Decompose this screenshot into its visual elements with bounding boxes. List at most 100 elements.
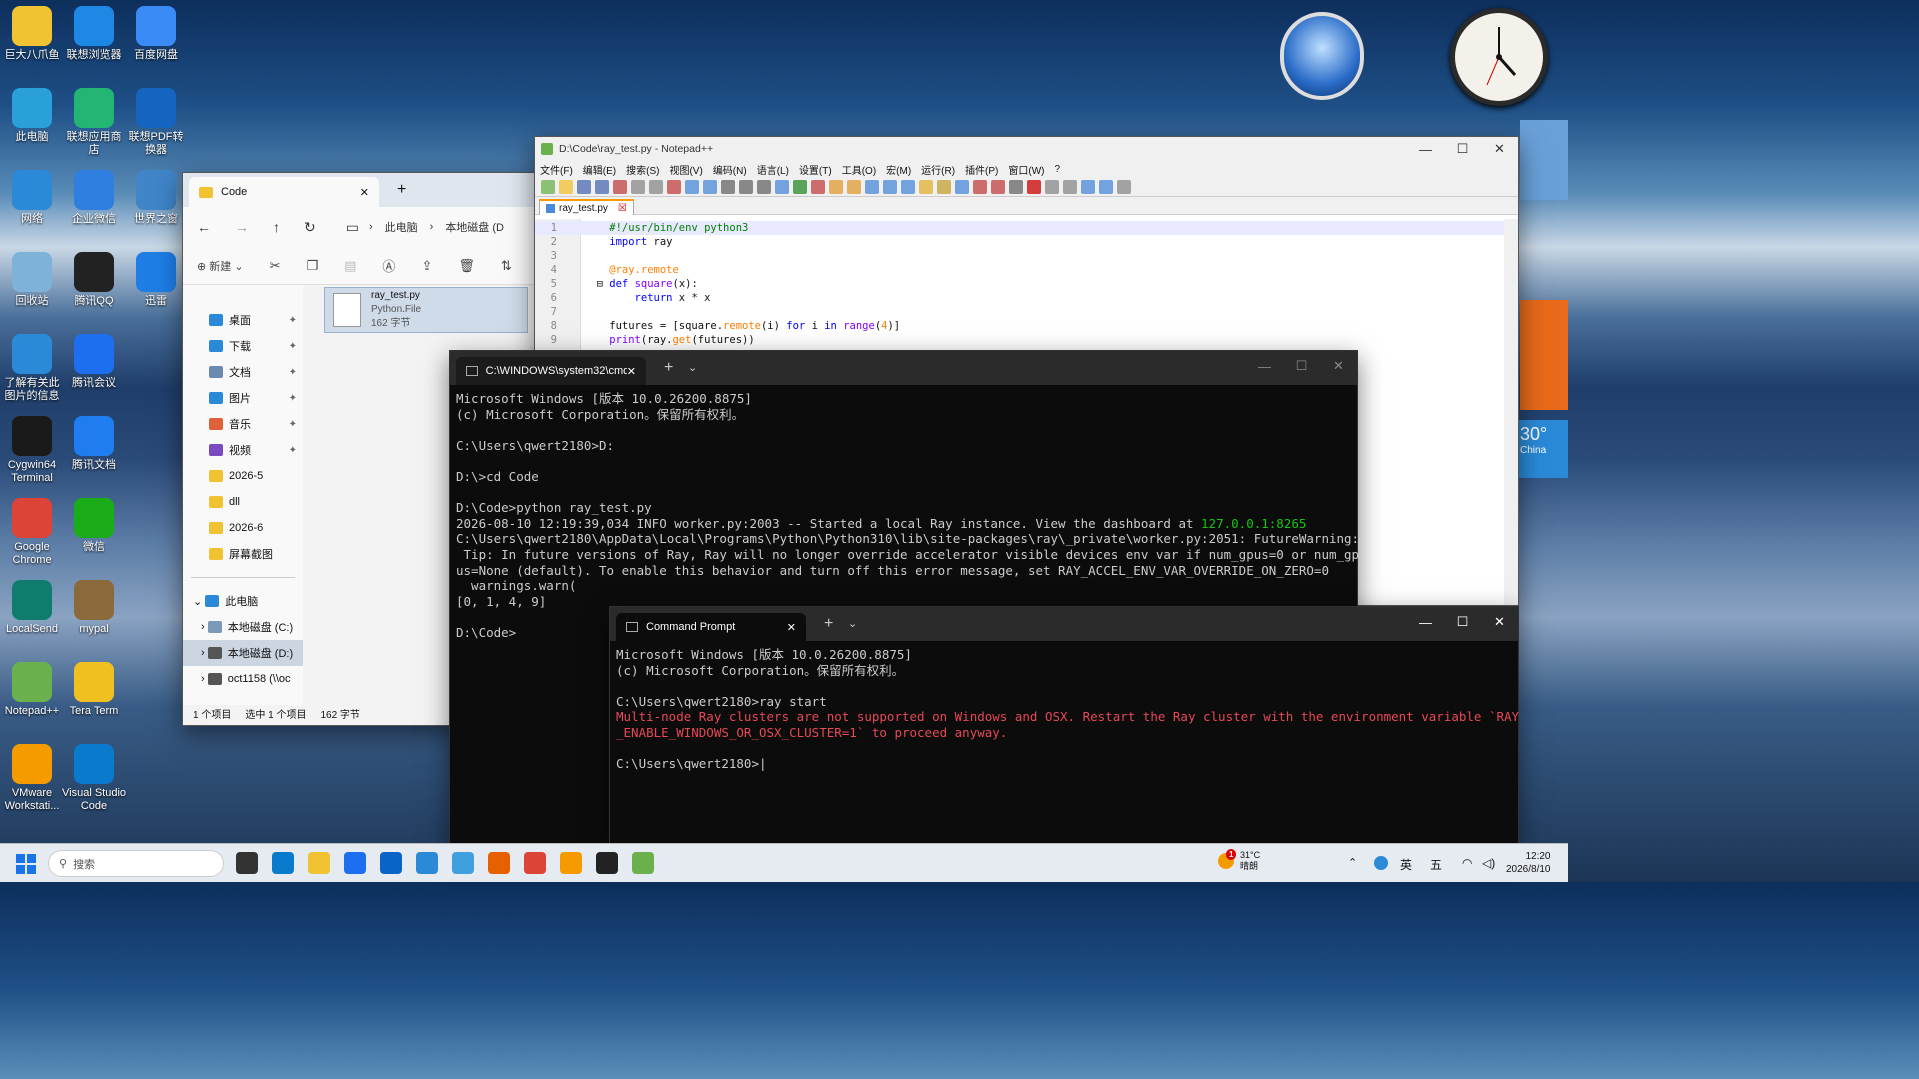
toolbar-button-icon[interactable] <box>955 179 969 194</box>
forward-icon[interactable]: → <box>235 219 249 235</box>
taskbar-weather[interactable]: 1 31°C 晴朗 <box>1218 849 1260 872</box>
desktop-icon[interactable]: 企业微信 <box>62 170 126 226</box>
file-explorer-icon[interactable] <box>308 852 330 874</box>
cmd2-console[interactable]: Microsoft Windows [版本 10.0.26200.8875] (c… <box>610 641 1519 778</box>
close-tab-icon[interactable]: ✕ <box>360 186 369 199</box>
nav-quick-access-item[interactable]: 下载 ✦ <box>183 333 303 359</box>
nav-quick-access-item[interactable]: 2026-6 <box>183 515 303 541</box>
taskbar-search-box[interactable]: ⚲ 搜索 <box>48 850 224 877</box>
minimize-button[interactable]: — <box>1407 134 1444 164</box>
menu-item[interactable]: 插件(P) <box>965 162 998 177</box>
desktop-icon[interactable]: VMware Workstati... <box>0 744 64 813</box>
nav-drive-c[interactable]: › 本地磁盘 (C:) <box>183 614 303 640</box>
toolbar-button-icon[interactable] <box>919 179 933 194</box>
new-button[interactable]: ⊕ 新建 ⌄ <box>197 258 244 274</box>
dashboard-url[interactable]: 127.0.0.1:8265 <box>1201 516 1306 531</box>
toolbar-button-icon[interactable] <box>757 179 771 194</box>
desktop-icon[interactable]: LocalSend <box>0 580 64 636</box>
toolbar-button-icon[interactable] <box>1027 179 1041 194</box>
menu-item[interactable]: 编码(N) <box>713 162 747 177</box>
sort-icon[interactable]: ⇅ <box>501 258 512 274</box>
desktop-icon[interactable]: Google Chrome <box>0 498 64 567</box>
toolbar-button-icon[interactable] <box>685 179 699 194</box>
toolbar-button-icon[interactable] <box>991 179 1005 194</box>
toolbar-button-icon[interactable] <box>739 179 753 194</box>
nav-network-drive[interactable]: › oct1158 (\\oc <box>183 666 303 692</box>
desktop-icon[interactable]: 世界之窗 <box>124 170 188 226</box>
menu-item[interactable]: 搜索(S) <box>626 162 659 177</box>
nav-quick-access-item[interactable]: 屏幕截图 <box>183 541 303 567</box>
menu-item[interactable]: 运行(R) <box>921 162 955 177</box>
desktop-icon[interactable]: 网络 <box>0 170 64 226</box>
toolbar-button-icon[interactable] <box>595 179 609 194</box>
maximize-button[interactable]: ☐ <box>1444 134 1481 164</box>
desktop-icon[interactable]: 联想应用商店 <box>62 88 126 157</box>
toolbar-button-icon[interactable] <box>901 179 915 194</box>
toolbar-button-icon[interactable] <box>973 179 987 194</box>
task-view-icon[interactable] <box>236 852 258 874</box>
paste-icon[interactable]: ▤ <box>344 258 356 274</box>
desktop-icon[interactable]: Notepad++ <box>0 662 64 718</box>
copy-icon[interactable]: ❐ <box>306 258 318 274</box>
menu-item[interactable]: 语言(L) <box>757 162 789 177</box>
cmd1-tab[interactable]: C:\WINDOWS\system32\cmd. ✕ <box>456 357 646 385</box>
tab-dropdown-icon[interactable]: ⌄ <box>688 361 697 374</box>
nav-this-pc[interactable]: ⌄ 此电脑 <box>183 588 303 614</box>
close-tab-icon[interactable]: ✕ <box>627 365 636 378</box>
volume-icon[interactable]: ◁) <box>1482 856 1495 870</box>
menu-item[interactable]: 文件(F) <box>540 162 573 177</box>
refresh-icon[interactable]: ↻ <box>304 219 316 236</box>
desktop-icon[interactable]: Tera Term <box>62 662 126 718</box>
nav-drive-d[interactable]: › 本地磁盘 (D:) <box>183 640 303 666</box>
app-icon[interactable] <box>452 852 474 874</box>
nav-quick-access-item[interactable]: 图片 ✦ <box>183 385 303 411</box>
outlook-icon[interactable] <box>380 852 402 874</box>
nav-quick-access-item[interactable]: 视频 ✦ <box>183 437 303 463</box>
toolbar-button-icon[interactable] <box>649 179 663 194</box>
tray-chevron-icon[interactable]: ⌃ <box>1348 856 1357 869</box>
toolbar-button-icon[interactable] <box>775 179 789 194</box>
cut-icon[interactable]: ✂ <box>270 258 281 274</box>
menu-item[interactable]: 设置(T) <box>799 162 832 177</box>
new-tab-button[interactable]: + <box>664 359 673 377</box>
menu-item[interactable]: 窗口(W) <box>1008 162 1044 177</box>
new-tab-button[interactable]: + <box>824 615 833 633</box>
delete-icon[interactable]: 🗑 <box>458 258 475 274</box>
desktop-icon[interactable]: 联想浏览器 <box>62 6 126 62</box>
desktop-icon[interactable]: Visual Studio Code <box>62 744 126 813</box>
toolbar-button-icon[interactable] <box>1099 179 1113 194</box>
notepadpp-file-tab[interactable]: ray_test.py ☒ <box>539 199 634 215</box>
file-item[interactable]: ray_test.py Python.File 162 字节 <box>324 287 528 333</box>
terminal-icon[interactable] <box>596 852 618 874</box>
toolbar-button-icon[interactable] <box>667 179 681 194</box>
store-icon[interactable] <box>344 852 366 874</box>
desktop-icon[interactable]: 回收站 <box>0 252 64 308</box>
explorer-tab[interactable]: Code ✕ <box>189 177 379 207</box>
menu-item[interactable]: 工具(O) <box>842 162 876 177</box>
back-icon[interactable]: ← <box>197 219 211 235</box>
menu-item[interactable]: ? <box>1055 164 1061 175</box>
toolbar-button-icon[interactable] <box>1081 179 1095 194</box>
tray-app-icon[interactable] <box>1374 856 1388 870</box>
close-tab-icon[interactable]: ☒ <box>618 203 627 214</box>
minimize-button[interactable]: — <box>1246 351 1283 381</box>
notepadpp-icon[interactable] <box>632 852 654 874</box>
close-tab-icon[interactable]: ✕ <box>787 621 796 634</box>
tab-dropdown-icon[interactable]: ⌄ <box>848 617 857 630</box>
maximize-button[interactable]: ☐ <box>1444 607 1481 637</box>
toolbar-button-icon[interactable] <box>541 179 555 194</box>
ime-mode[interactable]: 五 <box>1430 856 1442 873</box>
toolbar-button-icon[interactable] <box>937 179 951 194</box>
toolbar-button-icon[interactable] <box>1063 179 1077 194</box>
toolbar-button-icon[interactable] <box>721 179 735 194</box>
toolbar-button-icon[interactable] <box>847 179 861 194</box>
toolbar-button-icon[interactable] <box>865 179 879 194</box>
breadcrumb-drive[interactable]: 本地磁盘 (D <box>445 219 504 235</box>
toolbar-button-icon[interactable] <box>1045 179 1059 194</box>
close-button[interactable]: ✕ <box>1481 134 1518 164</box>
desktop-icon[interactable]: 此电脑 <box>0 88 64 144</box>
start-icon[interactable] <box>16 854 36 874</box>
nav-quick-access-item[interactable]: 2026-5 <box>183 463 303 489</box>
cmd2-tab[interactable]: Command Prompt ✕ <box>616 613 806 641</box>
desktop-icon[interactable]: mypal <box>62 580 126 636</box>
